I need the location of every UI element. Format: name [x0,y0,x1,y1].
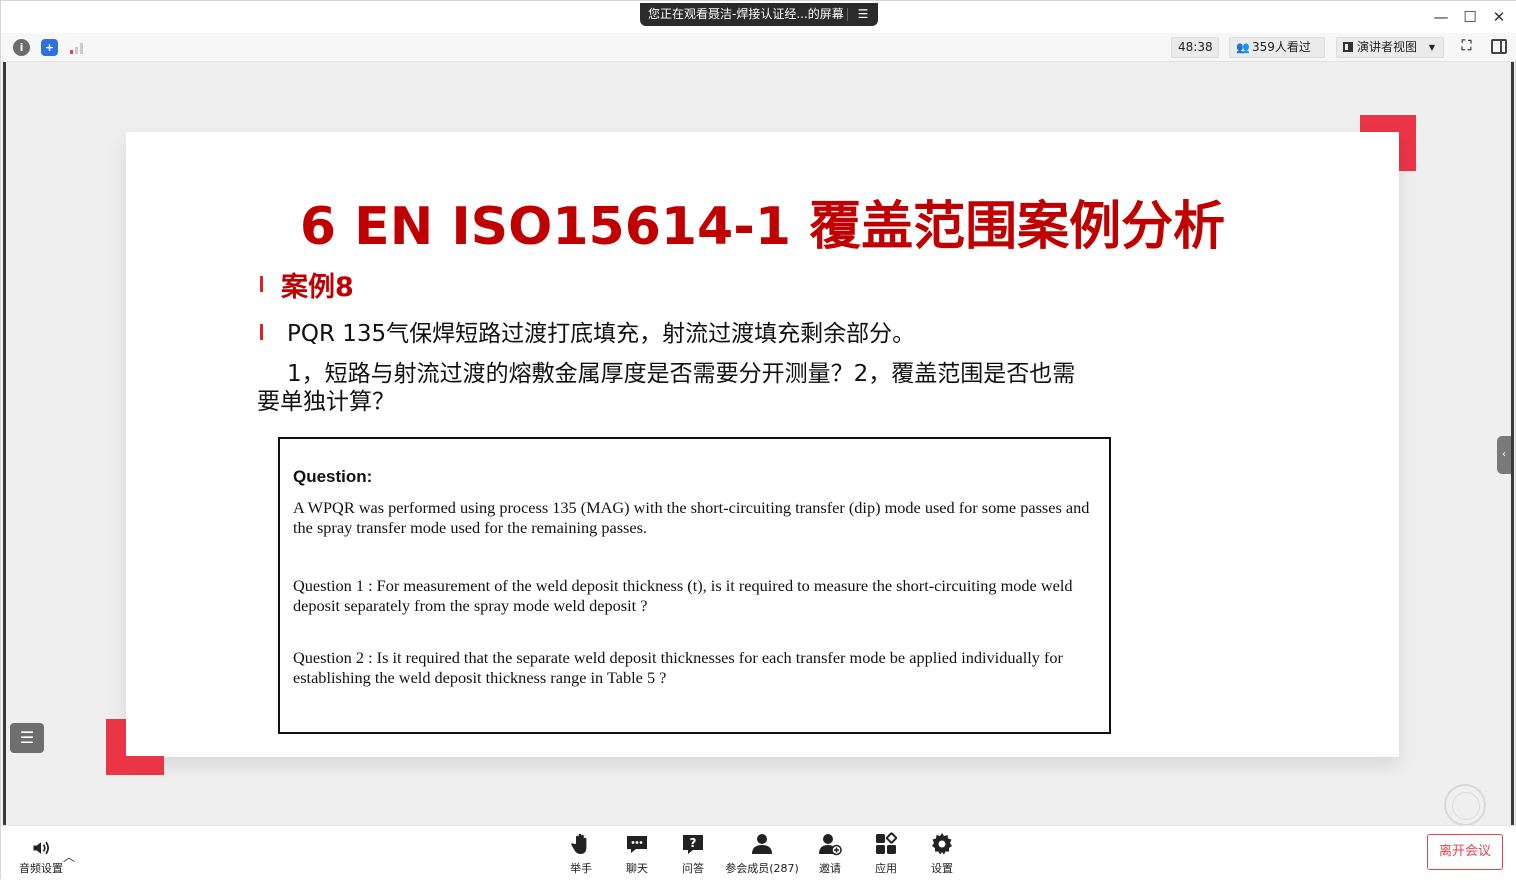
case-label: 案例8 [281,272,354,303]
slide-text-line-2: 1，短路与射流过渡的熔敷金属厚度是否需要分开测量？2，覆盖范围是否也需要单独计算… [257,361,1076,415]
raise-hand-icon [571,833,587,854]
speaker-icon [33,841,49,855]
shield-icon[interactable]: + [41,39,58,56]
outline-list-icon[interactable]: ☰ [10,723,44,753]
qa-button[interactable]: ? 问答 [656,832,730,876]
meeting-timer: 48:38 [1171,37,1219,58]
chat-icon [627,836,647,853]
viewer-count-label: 359人看过 [1252,40,1311,54]
participants-icon [752,834,772,854]
audio-settings-label: 音频设置 [19,862,63,875]
question-paragraph-2: Question 1 : For measurement of the weld… [293,576,1073,615]
chevron-down-icon: ▼ [1428,43,1435,52]
viewer-count[interactable]: 👥 359人看过 [1229,37,1325,58]
watermark-seal [1444,784,1486,826]
svg-text:?: ? [690,836,697,850]
collapse-panel-handle[interactable]: ‹ [1497,436,1511,474]
meeting-controls-bar: 音频设置 ︿ 举手 聊天 ? 问答 参会成员(287) 邀请 应用 设置 离开会… [1,825,1516,880]
slide-text-line-1: PQR 135气保焊短路过渡打底填充，射流过渡填充剩余部分。 [287,321,916,347]
leave-meeting-button[interactable]: 离开会议 [1427,834,1503,870]
question-paragraph-3: Question 2 : Is it required that the sep… [293,648,1063,687]
question-paragraph-1: A WPQR was performed using process 135 (… [293,498,1090,537]
sharing-text: 您正在观看聂洁-焊接认证经...的屏幕 [648,7,844,21]
participants-button[interactable]: 参会成员(287) [724,832,800,876]
fullscreen-icon[interactable]: ⛶ [1458,38,1475,55]
people-icon: 👥 [1236,41,1250,54]
title-bar: 您正在观看聂洁-焊接认证经...的屏幕 ☰ — ☐ ✕ [1,1,1516,33]
settings-icon [932,833,952,855]
apps-icon [876,832,898,854]
bullet-marker [260,276,263,292]
slide-corner-decoration [106,719,164,775]
screen-share-indicator[interactable]: 您正在观看聂洁-焊接认证经...的屏幕 ☰ [640,3,878,26]
divider [847,8,848,21]
layout-icon [1343,42,1353,52]
qa-icon: ? [683,835,703,854]
settings-label: 设置 [931,862,953,875]
slide-title: 6 EN ISO15614-1 覆盖范围案例分析 [299,197,1226,257]
list-menu-icon[interactable]: ☰ [854,3,872,26]
close-button[interactable]: ✕ [1485,5,1513,29]
settings-button[interactable]: 设置 [905,832,979,876]
meeting-toolbar: i + 48:38 👥 359人看过 演讲者视图 ▼ ⛶ [1,33,1516,62]
question-box: Question: A WPQR was performed using pro… [278,437,1111,734]
view-mode-dropdown[interactable]: 演讲者视图 ▼ [1336,37,1444,58]
audio-settings-button[interactable]: 音频设置 [11,838,71,876]
info-icon[interactable]: i [13,39,30,56]
presentation-slide: 6 EN ISO15614-1 覆盖范围案例分析 案例8 PQR 135气保焊短… [126,132,1399,757]
participants-label: 参会成员(287) [725,862,799,875]
bullet-marker [260,324,263,340]
question-heading: Question: [293,467,373,486]
meeting-window: 您正在观看聂洁-焊接认证经...的屏幕 ☰ — ☐ ✕ i + 48:38 👥 3… [0,0,1516,880]
signal-icon[interactable] [68,39,85,56]
view-mode-label: 演讲者视图 [1357,40,1418,54]
maximize-button[interactable]: ☐ [1456,5,1484,29]
shared-screen-area: 6 EN ISO15614-1 覆盖范围案例分析 案例8 PQR 135气保焊短… [3,62,1514,826]
minimize-button[interactable]: — [1427,5,1455,29]
invite-icon [819,834,842,856]
qa-label: 问答 [682,862,704,875]
chevron-up-icon[interactable]: ︿ [63,848,75,865]
sidebar-toggle-icon[interactable] [1491,39,1507,54]
